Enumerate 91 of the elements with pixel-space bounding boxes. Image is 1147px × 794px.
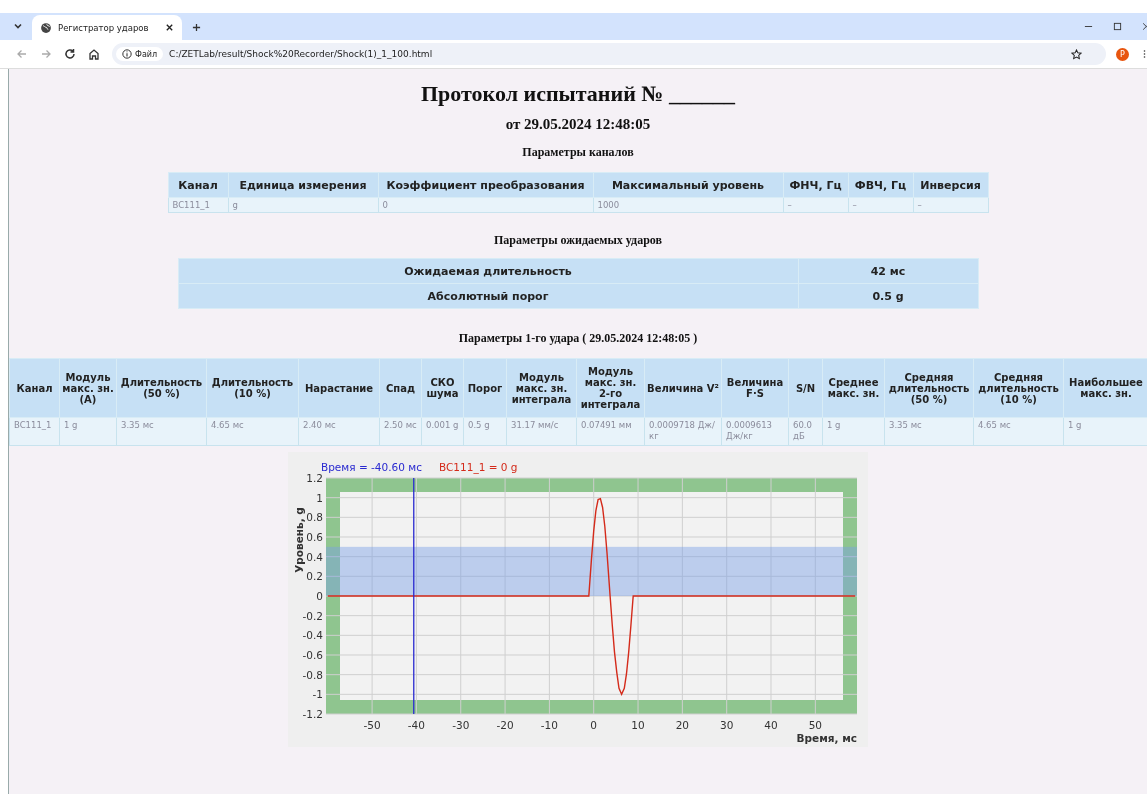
column-header: Нарастание bbox=[298, 358, 380, 418]
x-tick-label: -40 bbox=[407, 719, 425, 731]
x-tick-label: 40 bbox=[764, 719, 778, 731]
column-header: ФВЧ, Гц bbox=[848, 172, 913, 198]
column-header: Длительность (10 %) bbox=[206, 358, 299, 418]
y-axis-title: Уровень, g bbox=[293, 507, 305, 573]
globe-icon bbox=[40, 21, 52, 34]
table-cell: 2.40 мс bbox=[298, 417, 380, 446]
column-header: Модуль макс. зн. (А) bbox=[59, 358, 117, 418]
column-header: Коэффициент преобразования bbox=[378, 172, 593, 198]
menu-icon[interactable] bbox=[1143, 49, 1146, 59]
column-header: СКО шума bbox=[421, 358, 464, 418]
column-header: Длительность (50 %) bbox=[116, 358, 207, 418]
parameter-label: Ожидаемая длительность bbox=[178, 258, 798, 284]
chip-label: Файл bbox=[135, 49, 158, 59]
y-tick-label: 1 bbox=[316, 491, 323, 504]
column-header: Канал bbox=[168, 172, 228, 198]
column-header: Спад bbox=[379, 358, 422, 418]
report-date: от 29.05.2024 12:48:05 bbox=[505, 116, 651, 133]
column-header: Средняя длительность (50 %) bbox=[884, 358, 974, 418]
x-tick-label: 20 bbox=[675, 719, 690, 731]
y-tick-label: 0.8 bbox=[306, 511, 323, 524]
close-icon[interactable] bbox=[1142, 22, 1147, 31]
y-tick-label: 0 bbox=[316, 590, 323, 602]
table-cell: 1 g bbox=[822, 417, 885, 446]
column-header: Канал bbox=[9, 358, 60, 418]
x-tick-label: 50 bbox=[808, 719, 822, 731]
x-tick-label: 10 bbox=[631, 719, 645, 731]
y-tick-label: 0.2 bbox=[306, 570, 323, 583]
column-header: Величина F·S bbox=[721, 358, 789, 418]
x-tick-label: -50 bbox=[363, 719, 381, 731]
y-tick-label: -1.2 bbox=[302, 708, 323, 720]
cursor-readout: Время = -40.60 мс bbox=[321, 461, 422, 473]
profile-avatar[interactable]: P bbox=[1116, 47, 1129, 61]
table-cell: 4.65 мс bbox=[973, 417, 1064, 446]
y-tick-label: 1.2 bbox=[306, 472, 323, 484]
x-axis-title: Время, мс bbox=[796, 732, 857, 744]
table-cell: 4.65 мс bbox=[206, 417, 299, 446]
column-header: Инверсия bbox=[913, 172, 988, 198]
y-tick-label: -1 bbox=[312, 688, 323, 701]
x-tick-label: 30 bbox=[720, 719, 734, 731]
column-header: Величина V² bbox=[644, 358, 722, 418]
x-tick-label: 0 bbox=[590, 719, 598, 731]
section-heading: Параметры ожидаемых ударов bbox=[494, 233, 662, 248]
column-header: Модуль макс. зн. интеграла bbox=[506, 358, 577, 418]
home-icon[interactable] bbox=[88, 48, 100, 60]
y-tick-label: -0.8 bbox=[302, 668, 323, 681]
reload-icon[interactable] bbox=[64, 48, 76, 60]
browser-tab[interactable]: Регистратор ударов bbox=[32, 15, 182, 40]
report-title: Протокол испытаний № ______ bbox=[421, 81, 735, 107]
value-readout: BC111_1 = 0 g bbox=[439, 461, 518, 473]
url-text: C:/ZETLab/result/Shock%20Recorder/Shock(1)_1_100.html bbox=[169, 49, 434, 59]
maximize-icon[interactable] bbox=[1113, 22, 1122, 31]
y-tick-label: -0.4 bbox=[302, 629, 323, 642]
parameter-value: 42 мс bbox=[798, 258, 978, 284]
parameter-value: 0.5 g bbox=[798, 283, 978, 309]
info-icon bbox=[122, 49, 132, 59]
table-cell: 0.0009718 Дж/кг bbox=[644, 417, 722, 446]
table-cell: 3.35 мс bbox=[884, 417, 974, 446]
close-tab-icon[interactable] bbox=[165, 23, 174, 32]
address-bar[interactable]: Файл C:/ZETLab/result/Shock%20Recorder/Shock(1)_1_100.html bbox=[112, 43, 1106, 65]
x-tick-label: -10 bbox=[540, 719, 558, 731]
tab-title: Регистратор ударов bbox=[58, 22, 150, 33]
column-header: Максимальный уровень bbox=[593, 172, 783, 198]
new-tab-icon[interactable] bbox=[192, 23, 201, 32]
column-header: Модуль макс. зн. 2-го интеграла bbox=[576, 358, 645, 418]
y-tick-label: -0.2 bbox=[302, 609, 323, 622]
column-header: S/N bbox=[788, 358, 823, 418]
section-heading: Параметры каналов bbox=[522, 145, 634, 160]
column-header: Среднее макс. зн. bbox=[822, 358, 885, 418]
star-icon[interactable] bbox=[1071, 48, 1082, 60]
column-header: Средняя длительность (10 %) bbox=[973, 358, 1064, 418]
x-tick-label: -20 bbox=[496, 719, 514, 731]
cursor-line[interactable] bbox=[413, 477, 415, 715]
table-cell: 31.17 мм/с bbox=[506, 417, 577, 446]
column-header: Единица измерения bbox=[228, 172, 378, 198]
site-info-chip[interactable]: Файл bbox=[116, 47, 164, 61]
section-heading: Параметры 1-го удара ( 29.05.2024 12:48:05 ) bbox=[458, 331, 698, 346]
parameter-label: Абсолютный порог bbox=[178, 283, 798, 309]
table-cell: 3.35 мс bbox=[116, 417, 207, 446]
table-cell: 1 g bbox=[1063, 417, 1147, 446]
table-cell: BC111_1 bbox=[9, 417, 60, 446]
column-header: Наибольшее макс. зн. bbox=[1063, 358, 1147, 418]
y-tick-label: 0.4 bbox=[306, 550, 323, 563]
column-header: Порог bbox=[463, 358, 507, 418]
x-tick-label: -30 bbox=[452, 719, 470, 731]
table-cell: 0.0009613 Дж/кг bbox=[721, 417, 789, 446]
table-cell: 0.07491 мм bbox=[576, 417, 645, 446]
y-tick-label: -0.6 bbox=[302, 649, 323, 661]
y-tick-label: 0.6 bbox=[306, 531, 323, 543]
column-header: ФНЧ, Гц bbox=[783, 172, 848, 198]
